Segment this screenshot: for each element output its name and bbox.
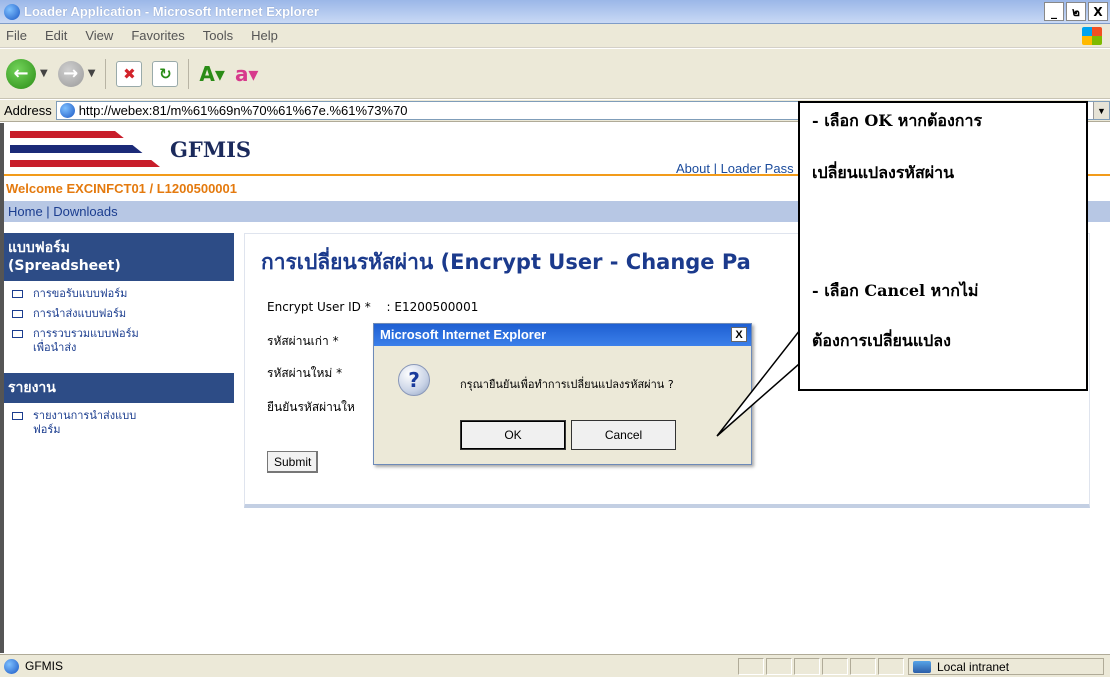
dialog-close-button[interactable]: X bbox=[731, 327, 747, 342]
status-cell bbox=[766, 658, 792, 675]
forward-icon[interactable]: → bbox=[57, 60, 84, 87]
ie-logo-icon bbox=[4, 4, 20, 20]
instruction-callout: - เลือก OK หากต้องการ เปลี่ยนแปลงรหัสผ่า… bbox=[798, 101, 1088, 391]
intranet-icon bbox=[913, 660, 931, 673]
sidebar-section-forms: แบบฟอร์ม (Spreadsheet) bbox=[4, 233, 234, 281]
status-bar: GFMIS Local intranet bbox=[0, 654, 1110, 677]
sidebar-item-submission-report[interactable]: รายงานการนำส่งแบบฟอร์ม bbox=[12, 409, 234, 437]
sidebar-item-submit-form[interactable]: การนำส่งแบบฟอร์ม bbox=[12, 307, 234, 321]
maximize-button[interactable]: ๒ bbox=[1066, 2, 1086, 21]
cancel-button[interactable]: Cancel bbox=[571, 420, 676, 450]
thai-flag-logo bbox=[10, 131, 160, 167]
page-title: การเปลี่ยนรหัสผ่าน (Encrypt User - Chang… bbox=[261, 250, 751, 274]
close-button[interactable]: X bbox=[1088, 2, 1108, 21]
security-zone: Local intranet bbox=[908, 658, 1104, 675]
sidebar-item-label: การขอรับแบบฟอร์ม bbox=[33, 287, 128, 300]
bullet-icon bbox=[12, 290, 23, 298]
windows-logo-icon bbox=[1082, 27, 1102, 45]
sidebar-section-reports: รายงาน bbox=[4, 373, 234, 403]
sidebar-item-label: การรวบรวมแบบฟอร์มเพื่อนำส่ง bbox=[33, 327, 139, 354]
sidebar-section-subtitle: (Spreadsheet) bbox=[8, 258, 121, 274]
address-dropdown-icon[interactable]: ▼ bbox=[1093, 102, 1109, 119]
back-dropdown-icon[interactable]: ▼ bbox=[40, 68, 48, 79]
callout-line-1: - เลือก OK หากต้องการ bbox=[812, 111, 983, 130]
minimize-button[interactable]: _ bbox=[1044, 2, 1064, 21]
ok-button[interactable]: OK bbox=[460, 420, 566, 450]
user-id-row: Encrypt User ID * : E1200500001 bbox=[267, 300, 478, 314]
font-size-icon[interactable]: A▾ bbox=[199, 62, 225, 86]
sidebar-item-label: การนำส่งแบบฟอร์ม bbox=[33, 307, 127, 320]
user-id-value: : E1200500001 bbox=[386, 300, 479, 314]
status-cell bbox=[738, 658, 764, 675]
address-url: http://webex:81/m%61%69n%70%61%67e.%61%7… bbox=[78, 103, 408, 118]
sidebar-item-collect-form[interactable]: การรวบรวมแบบฟอร์มเพื่อนำส่ง bbox=[12, 327, 234, 355]
question-icon: ? bbox=[398, 364, 430, 396]
toolbar-divider bbox=[105, 58, 107, 89]
page-status-icon bbox=[4, 658, 19, 674]
dialog-titlebar: Microsoft Internet Explorer X bbox=[374, 324, 751, 346]
dialog-title: Microsoft Internet Explorer bbox=[380, 327, 547, 342]
menu-bar: File Edit View Favorites Tools Help bbox=[0, 24, 1110, 48]
status-cell bbox=[822, 658, 848, 675]
confirm-dialog: Microsoft Internet Explorer X ? กรุณายืน… bbox=[373, 323, 752, 465]
menu-edit[interactable]: Edit bbox=[45, 28, 67, 43]
refresh-icon[interactable]: ↻ bbox=[152, 60, 179, 87]
status-cell bbox=[850, 658, 876, 675]
window-title: Loader Application - Microsoft Internet … bbox=[24, 4, 319, 19]
menu-file[interactable]: File bbox=[6, 28, 27, 43]
menu-view[interactable]: View bbox=[85, 28, 113, 43]
callout-line-3: - เลือก Cancel หากไม่ bbox=[812, 281, 979, 300]
sidebar-section-title: รายงาน bbox=[8, 380, 56, 396]
welcome-text: Welcome EXCINFCT01 / L1200500001 bbox=[6, 181, 237, 196]
old-password-label: รหัสผ่านเก่า * bbox=[267, 334, 339, 348]
submit-button[interactable]: Submit bbox=[267, 451, 319, 473]
toolbar-divider bbox=[188, 58, 190, 89]
translate-icon[interactable]: a▾ bbox=[235, 62, 259, 86]
stop-icon[interactable]: ✖ bbox=[116, 60, 143, 87]
back-icon[interactable]: ← bbox=[6, 58, 36, 89]
status-cells bbox=[738, 658, 904, 675]
callout-line-2: เปลี่ยนแปลงรหัสผ่าน bbox=[812, 163, 955, 182]
menu-tools[interactable]: Tools bbox=[203, 28, 233, 43]
bullet-icon bbox=[12, 412, 23, 420]
confirm-password-label: ยืนยันรหัสผ่านให bbox=[267, 400, 355, 414]
zone-text: Local intranet bbox=[937, 659, 1010, 674]
new-password-label: รหัสผ่านใหม่ * bbox=[267, 366, 343, 380]
sidebar-reports-list: รายงานการนำส่งแบบฟอร์ม bbox=[4, 403, 234, 455]
sidebar-item-label: รายงานการนำส่งแบบฟอร์ม bbox=[33, 409, 137, 436]
address-label: Address bbox=[4, 103, 52, 118]
page-icon bbox=[59, 103, 75, 118]
sidebar: แบบฟอร์ม (Spreadsheet) การขอรับแบบฟอร์ม … bbox=[4, 233, 234, 653]
status-text: GFMIS bbox=[25, 659, 63, 673]
window-controls: _ ๒ X bbox=[1044, 2, 1108, 21]
status-cell bbox=[794, 658, 820, 675]
bullet-icon bbox=[12, 330, 23, 338]
sidebar-section-title: แบบฟอร์ม bbox=[8, 240, 70, 256]
bullet-icon bbox=[12, 310, 23, 318]
user-id-label: Encrypt User ID * bbox=[267, 300, 371, 314]
status-cell bbox=[878, 658, 904, 675]
site-brand: GFMIS bbox=[170, 137, 252, 162]
callout-line-4: ต้องการเปลี่ยนแปลง bbox=[812, 331, 951, 350]
menu-help[interactable]: Help bbox=[251, 28, 278, 43]
nav-links[interactable]: Home | Downloads bbox=[8, 204, 118, 219]
sidebar-forms-list: การขอรับแบบฟอร์ม การนำส่งแบบฟอร์ม การรวบ… bbox=[4, 281, 234, 373]
dialog-message: กรุณายืนยันเพื่อทำการเปลี่ยนแปลงรหัสผ่าน… bbox=[460, 378, 674, 391]
sidebar-item-request-form[interactable]: การขอรับแบบฟอร์ม bbox=[12, 287, 234, 301]
window-titlebar: Loader Application - Microsoft Internet … bbox=[0, 0, 1110, 24]
menu-favorites[interactable]: Favorites bbox=[131, 28, 184, 43]
forward-dropdown-icon[interactable]: ▼ bbox=[88, 68, 96, 79]
toolbar: ← ▼ → ▼ ✖ ↻ A▾ a▾ bbox=[0, 49, 1110, 99]
